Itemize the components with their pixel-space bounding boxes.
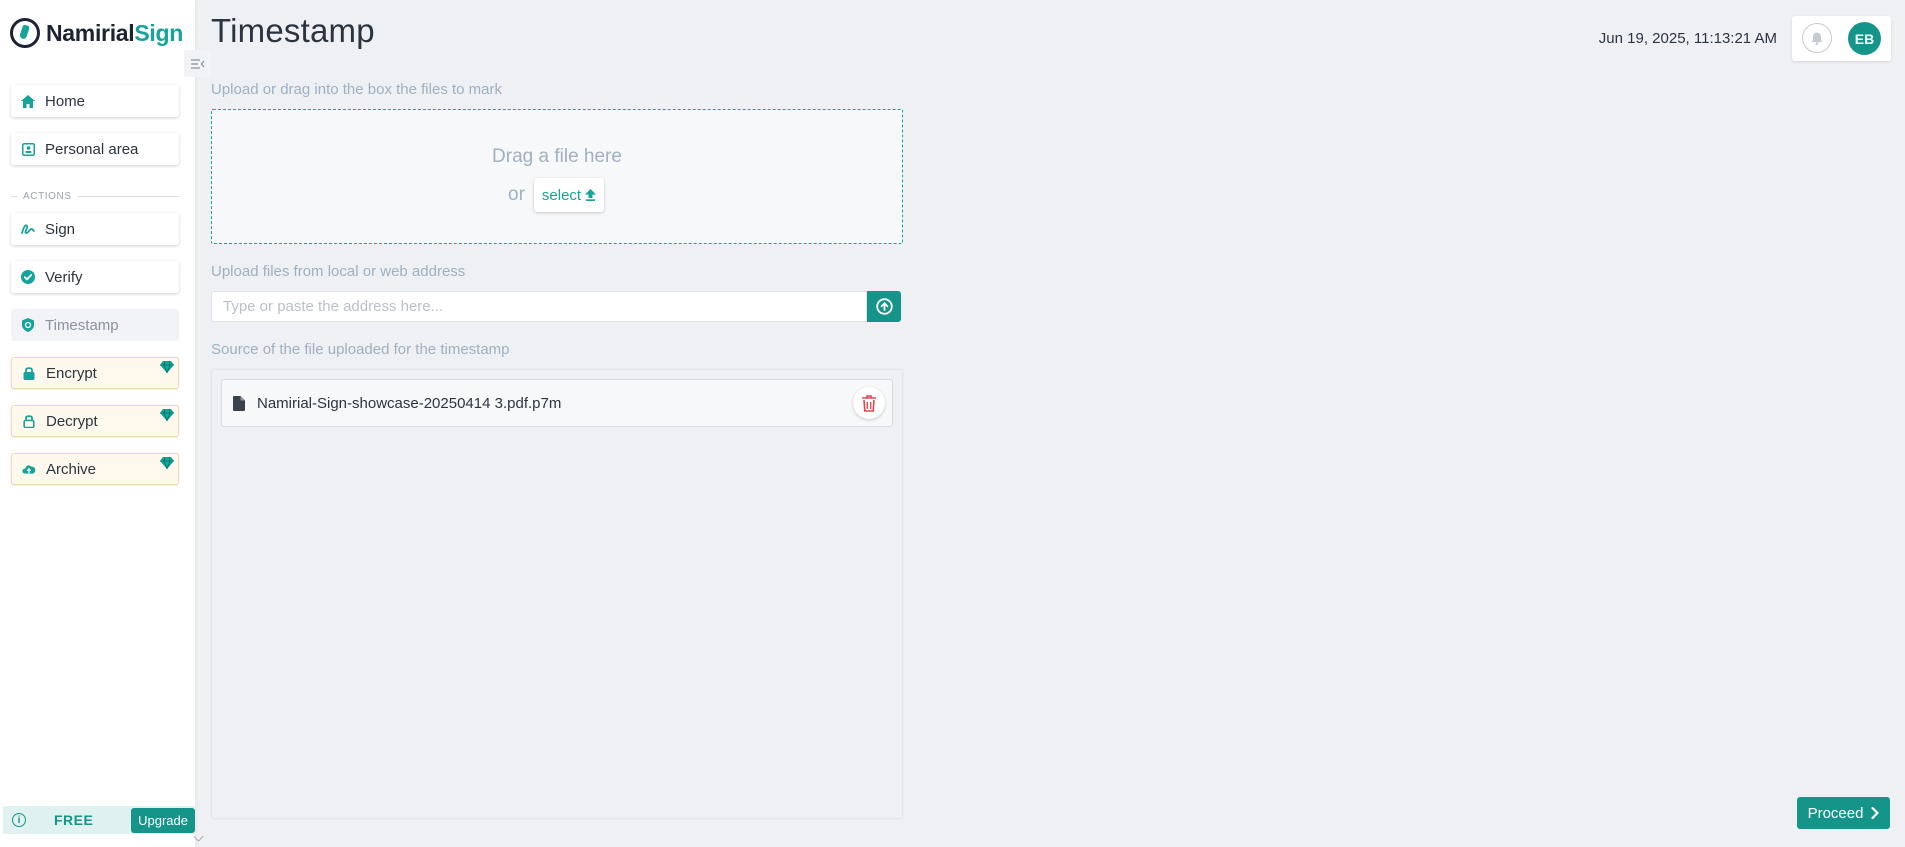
sidebar-item-label: Decrypt: [46, 412, 98, 430]
actions-label: ACTIONS: [23, 191, 72, 202]
current-datetime: Jun 19, 2025, 11:13:21 AM: [1598, 30, 1777, 47]
sidebar-item-label: Timestamp: [45, 316, 119, 334]
url-section-label: Upload files from local or web address: [211, 263, 466, 280]
id-card-icon: [21, 142, 35, 156]
chevron-right-icon: [1871, 807, 1880, 819]
sidebar-item-label: Home: [45, 92, 86, 110]
upload-section-label: Upload or drag into the box the files to…: [211, 81, 502, 98]
sidebar-item-label: Archive: [46, 460, 97, 478]
brand-logo[interactable]: NamirialSign: [10, 18, 183, 48]
premium-diamond-icon: [160, 361, 174, 373]
sidebar-item-encrypt[interactable]: Encrypt: [11, 357, 179, 389]
select-file-button[interactable]: select: [534, 178, 604, 212]
sidebar: NamirialSign Home Personal area ACTIONS …: [0, 0, 195, 847]
plan-bar: i FREE Upgrade: [3, 806, 195, 834]
actions-separator: ACTIONS: [11, 191, 179, 202]
user-toolbar: EB: [1792, 16, 1891, 61]
sidebar-item-timestamp[interactable]: Timestamp: [11, 309, 179, 341]
lock-icon: [22, 366, 36, 380]
signature-icon: [21, 222, 35, 236]
brand-name-part1: Namirial: [46, 19, 135, 46]
proceed-button[interactable]: Proceed: [1797, 797, 1890, 829]
unlock-icon: [22, 414, 36, 428]
file-name: Namirial-Sign-showcase-20250414 3.pdf.p7…: [257, 394, 562, 412]
sidebar-item-label: Encrypt: [46, 364, 97, 382]
user-avatar[interactable]: EB: [1848, 22, 1881, 55]
arrow-circle-up-icon: [875, 298, 893, 315]
sidebar-item-decrypt[interactable]: Decrypt: [11, 405, 179, 437]
info-icon[interactable]: i: [12, 813, 26, 827]
url-submit-button[interactable]: [867, 291, 901, 322]
premium-diamond-icon: [160, 457, 174, 469]
notifications-button[interactable]: [1802, 23, 1832, 53]
verify-badge-icon: [21, 270, 35, 284]
home-icon: [21, 94, 35, 108]
file-icon: [233, 395, 245, 411]
collapse-sidebar-button[interactable]: [184, 50, 211, 77]
sidebar-item-home[interactable]: Home: [11, 85, 179, 117]
brand-mark-icon: [10, 18, 40, 48]
brand-name-part2: Sign: [134, 19, 184, 46]
collapse-menu-icon: [190, 58, 204, 69]
plan-name: FREE: [54, 812, 94, 828]
file-dropzone[interactable]: Drag a file here or select: [211, 109, 903, 244]
drop-or-label: or: [508, 184, 525, 205]
delete-file-button[interactable]: [853, 387, 885, 419]
upgrade-button[interactable]: Upgrade: [131, 808, 195, 833]
sidebar-item-verify[interactable]: Verify: [11, 261, 179, 293]
sidebar-item-label: Sign: [45, 220, 76, 238]
uploaded-files-panel: Namirial-Sign-showcase-20250414 3.pdf.p7…: [211, 369, 903, 819]
select-label: select: [541, 186, 582, 204]
url-input[interactable]: [211, 291, 867, 322]
files-section-label: Source of the file uploaded for the time…: [211, 341, 510, 358]
sidebar-item-label: Verify: [45, 268, 83, 286]
page-title: Timestamp: [211, 12, 375, 49]
trash-icon: [862, 394, 876, 412]
bell-icon: [1811, 32, 1823, 45]
sidebar-item-sign[interactable]: Sign: [11, 213, 179, 245]
sidebar-item-label: Personal area: [45, 140, 139, 158]
shield-icon: [21, 318, 35, 332]
proceed-label: Proceed: [1807, 804, 1864, 822]
sidebar-item-archive[interactable]: Archive: [11, 453, 179, 485]
sidebar-item-personal-area[interactable]: Personal area: [11, 133, 179, 165]
drop-title: Drag a file here: [492, 146, 622, 167]
file-item: Namirial-Sign-showcase-20250414 3.pdf.p7…: [221, 379, 893, 427]
upload-arrow-icon: [585, 189, 597, 201]
cloud-upload-icon: [22, 462, 36, 476]
premium-diamond-icon: [160, 409, 174, 421]
